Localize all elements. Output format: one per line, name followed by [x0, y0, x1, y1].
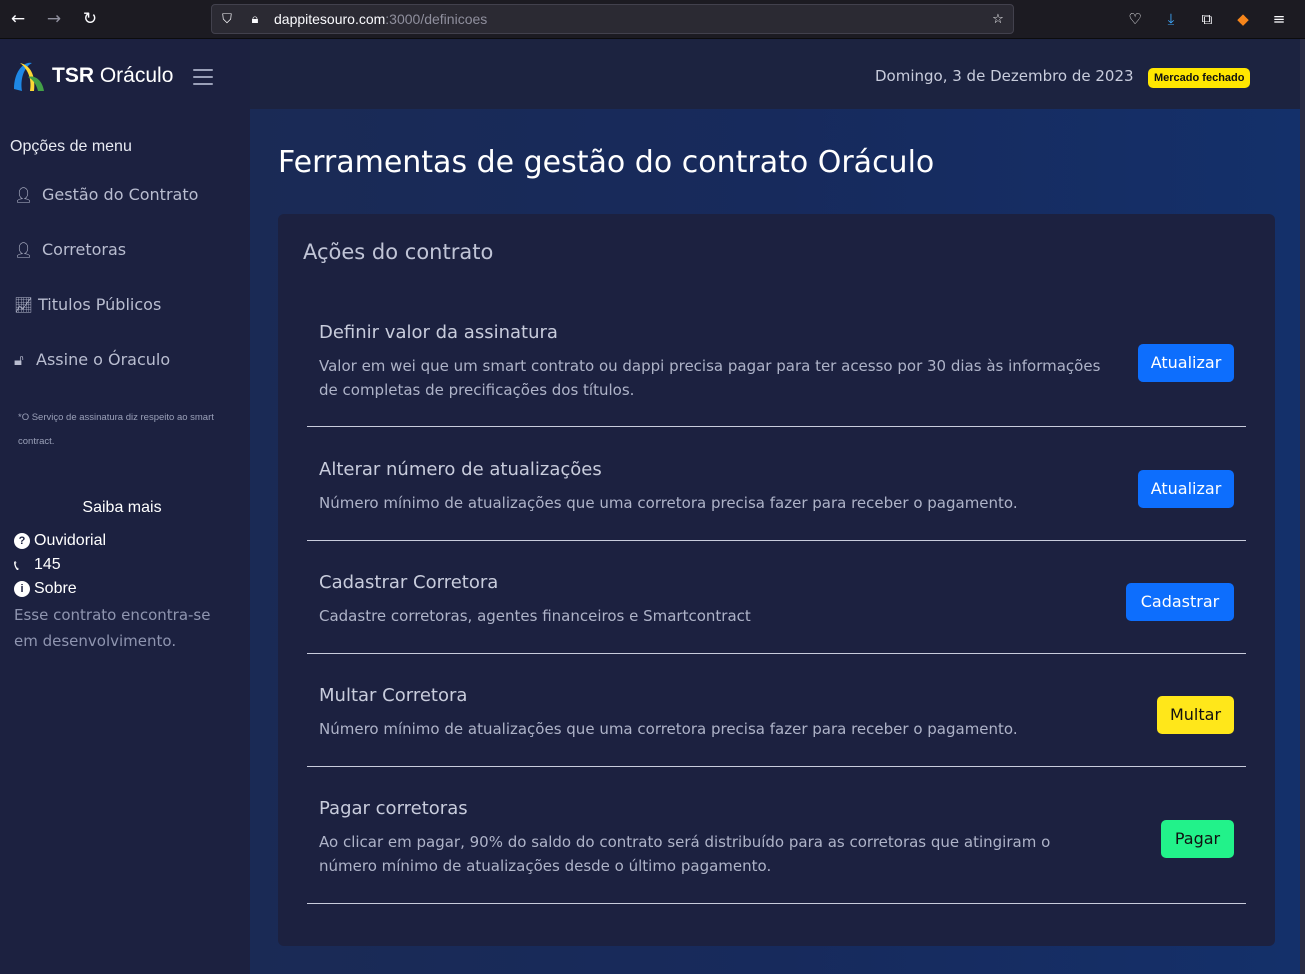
sidebar: TSR Oráculo Opções de menu 👤︎ Gestão do …	[0, 39, 250, 974]
back-icon[interactable]: ←	[6, 7, 30, 31]
sidebar-item-label: Assine o Óraculo	[36, 350, 171, 369]
scrollbar[interactable]	[1300, 39, 1305, 974]
extensions-icon[interactable]: ⧉	[1196, 8, 1218, 30]
ouvidorial-label: Ouvidorial	[34, 532, 107, 549]
reload-icon[interactable]: ↻	[78, 7, 102, 31]
download-icon[interactable]: ⤓	[1160, 8, 1182, 30]
page-title: Ferramentas de gestão do contrato Orácul…	[278, 145, 935, 180]
logo[interactable]: TSR Oráculo	[10, 57, 173, 95]
bookmark-star-icon[interactable]: ☆	[989, 11, 1007, 29]
action-description: Valor em wei que um smart contrato ou da…	[319, 357, 1101, 399]
url-path: :3000/definicoes	[385, 11, 488, 27]
action-pagar-corretoras: Pagar corretoras Ao clicar em pagar, 90%…	[307, 767, 1246, 904]
sidebar-item-assine[interactable]: 🔓︎ Assine o Óraculo	[14, 350, 170, 369]
pagar-button[interactable]: Pagar	[1161, 820, 1234, 858]
action-description: Número mínimo de atualizações que uma co…	[319, 494, 1018, 512]
sidebar-item-label: Titulos Públicos	[38, 295, 162, 314]
action-description: Número mínimo de atualizações que uma co…	[319, 720, 1018, 738]
sidebar-item-gestao[interactable]: 👤︎ Gestão do Contrato	[14, 185, 198, 204]
action-title: Multar Corretora	[319, 685, 468, 706]
logo-mark-icon	[14, 62, 44, 91]
action-alterar-atualizacoes: Alterar número de atualizações Número mí…	[307, 428, 1246, 541]
metamask-fox-icon[interactable]: ◆	[1232, 8, 1254, 30]
action-multar-corretora: Multar Corretora Número mínimo de atuali…	[307, 654, 1246, 767]
action-description: Cadastre corretoras, agentes financeiros…	[319, 607, 751, 625]
url-text[interactable]: dappitesouro.com:3000/definicoes	[274, 5, 487, 33]
sobre-description: Esse contrato encontra-se em desenvolvim…	[14, 606, 211, 650]
action-title: Alterar número de atualizações	[319, 459, 602, 480]
card-title: Ações do contrato	[303, 240, 494, 264]
action-title: Cadastrar Corretora	[319, 572, 499, 593]
url-host: dappitesouro.com	[274, 11, 386, 27]
forward-icon[interactable]: →	[42, 7, 66, 31]
sidebar-item-label: Gestão do Contrato	[42, 185, 199, 204]
ouvidorial-link[interactable]: ? Ouvidorial	[14, 532, 106, 550]
user-gear-icon: 👤︎	[14, 240, 34, 259]
actions-card: Ações do contrato Definir valor da assin…	[278, 214, 1275, 946]
chart-line-icon: 📈︎	[14, 295, 34, 314]
action-title: Pagar corretoras	[319, 798, 468, 819]
lock-icon[interactable]: 🔒︎	[246, 11, 264, 29]
shield-icon[interactable]: ⛉	[218, 11, 236, 29]
status-badge: Mercado fechado	[1148, 68, 1251, 88]
atualizar-assinatura-button[interactable]: Atualizar	[1138, 344, 1234, 382]
app-menu-icon[interactable]: ≡	[1268, 8, 1290, 30]
page: TSR Oráculo Opções de menu 👤︎ Gestão do …	[0, 39, 1300, 974]
phone-number: 145	[34, 556, 61, 573]
hamburger-menu-icon[interactable]	[193, 69, 213, 85]
address-bar[interactable]: ⛉ 🔒︎ dappitesouro.com:3000/definicoes ☆	[211, 4, 1014, 34]
user-gear-icon: 👤︎	[14, 185, 34, 204]
header-date: Domingo, 3 de Dezembro de 2023	[875, 67, 1134, 85]
menu-title: Opções de menu	[10, 138, 132, 155]
sobre-label: Sobre	[34, 580, 77, 597]
logo-text-light: Oráculo	[99, 64, 174, 87]
subscription-note: *O Serviço de assinatura diz respeito ao…	[18, 412, 214, 447]
multar-button[interactable]: Multar	[1157, 696, 1234, 734]
action-cadastrar-corretora: Cadastrar Corretora Cadastre corretoras,…	[307, 541, 1246, 654]
pocket-icon[interactable]: ♡	[1124, 8, 1146, 30]
phone-row: 📞︎ 145	[14, 556, 61, 574]
sobre-link[interactable]: i Sobre	[14, 580, 77, 598]
phone-icon: 📞︎	[14, 556, 19, 573]
lock-open-icon: 🔓︎	[14, 350, 24, 369]
action-title: Definir valor da assinatura	[319, 322, 558, 343]
info-circle-icon: i	[14, 581, 30, 597]
atualizar-numero-button[interactable]: Atualizar	[1138, 470, 1234, 508]
logo-text-bold: TSR	[52, 64, 94, 87]
sidebar-item-corretoras[interactable]: 👤︎ Corretoras	[14, 240, 126, 259]
question-circle-icon: ?	[14, 533, 30, 549]
sidebar-item-titulos[interactable]: 📈︎ Titulos Públicos	[14, 295, 161, 314]
browser-toolbar: ← → ↻ ⛉ 🔒︎ dappitesouro.com:3000/definic…	[0, 0, 1305, 39]
sidebar-item-label: Corretoras	[42, 240, 127, 259]
action-description: Ao clicar em pagar, 90% do saldo do cont…	[319, 833, 1051, 875]
cadastrar-button[interactable]: Cadastrar	[1126, 583, 1234, 621]
saiba-mais-title: Saiba mais	[82, 499, 162, 516]
action-definir-assinatura: Definir valor da assinatura Valor em wei…	[307, 302, 1246, 427]
